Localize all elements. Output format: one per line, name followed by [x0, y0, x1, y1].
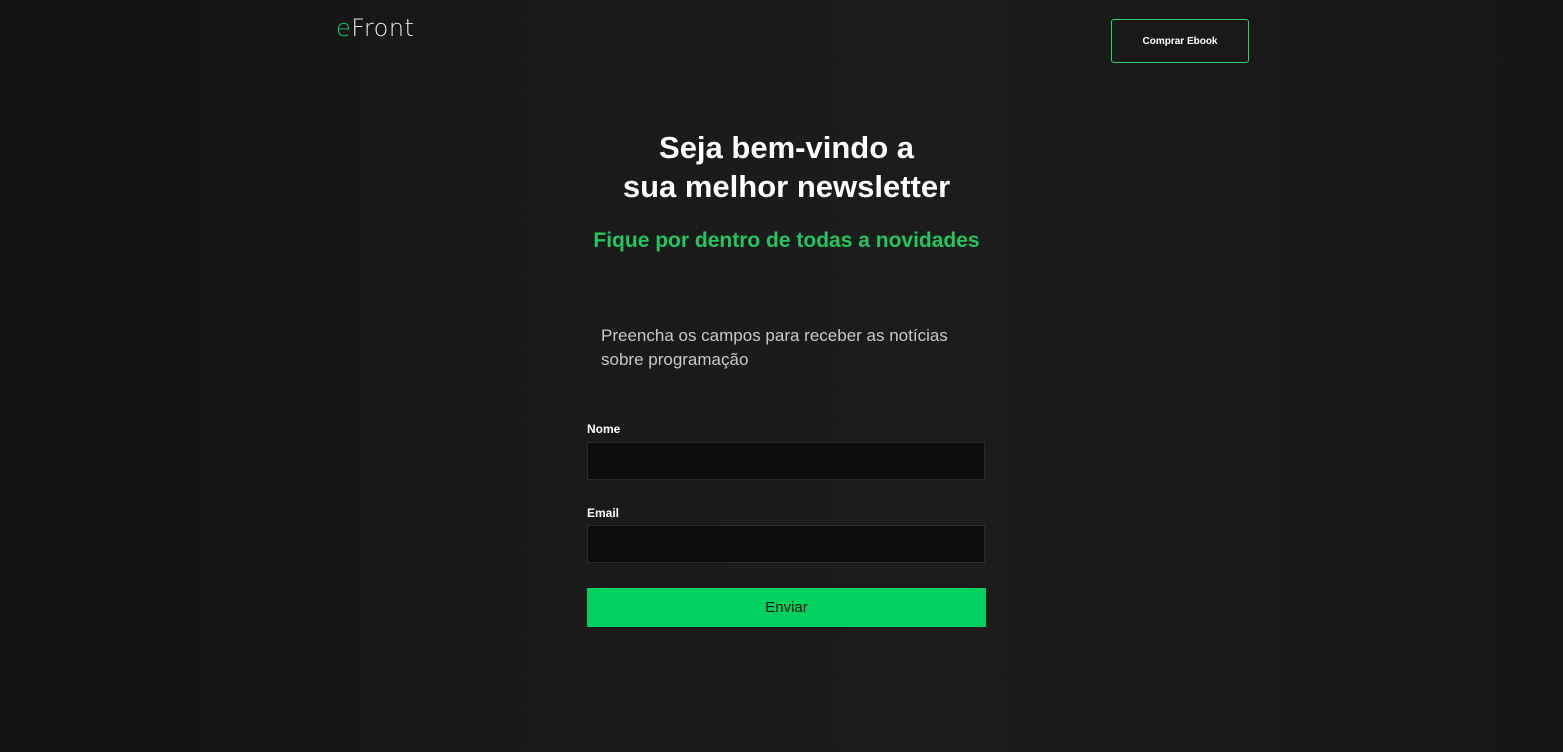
name-label: Nome [587, 422, 621, 436]
name-input[interactable] [587, 442, 985, 480]
title-line-1: Seja bem-vindo a [659, 130, 914, 165]
title-line-2: sua melhor newsletter [622, 169, 951, 204]
email-input[interactable] [587, 525, 985, 563]
email-label: Email [587, 506, 620, 520]
buy-ebook-button[interactable]: Comprar Ebook [1111, 19, 1249, 63]
page-title: Seja bem-vindo a sua melhor newsletter [0, 128, 1563, 206]
submit-button[interactable]: Enviar [587, 588, 986, 627]
logo-accent-letter: e [336, 14, 352, 42]
logo-text: Front [351, 14, 415, 42]
form-intro-text: Preencha os campos para receber as notíc… [601, 326, 948, 369]
page-subtitle: Fique por dentro de todas a novidades [593, 229, 980, 252]
brand-logo[interactable]: eFront [336, 14, 414, 42]
